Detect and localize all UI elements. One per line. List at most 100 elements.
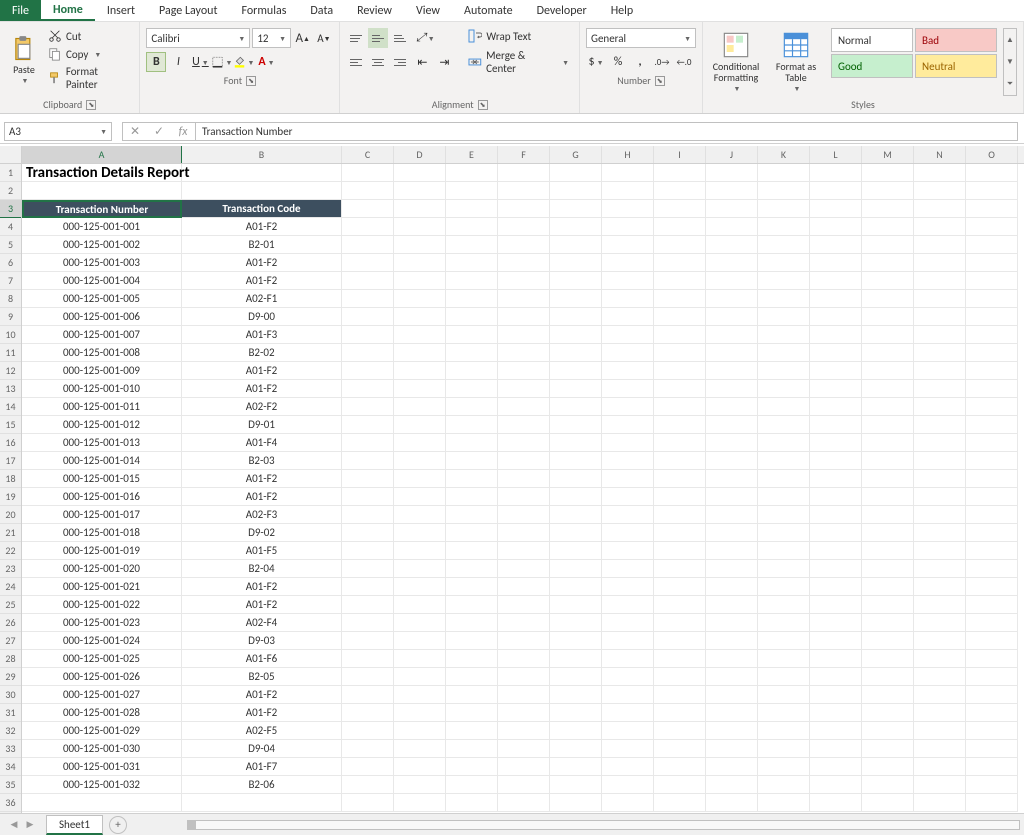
cell-C29[interactable]: [342, 668, 394, 686]
cell-N30[interactable]: [914, 686, 966, 704]
cell-C12[interactable]: [342, 362, 394, 380]
cell-K21[interactable]: [758, 524, 810, 542]
cell-N18[interactable]: [914, 470, 966, 488]
formula-input[interactable]: Transaction Number: [196, 122, 1018, 141]
cell-A29[interactable]: 000-125-001-026: [22, 668, 182, 686]
cell-E32[interactable]: [446, 722, 498, 740]
cell-M14[interactable]: [862, 398, 914, 416]
cell-D4[interactable]: [394, 218, 446, 236]
enter-button[interactable]: ✓: [147, 123, 171, 141]
cell-E18[interactable]: [446, 470, 498, 488]
cell-H15[interactable]: [602, 416, 654, 434]
cell-E23[interactable]: [446, 560, 498, 578]
cell-B24[interactable]: A01-F2: [182, 578, 342, 596]
cell-C20[interactable]: [342, 506, 394, 524]
cell-J25[interactable]: [706, 596, 758, 614]
italic-button[interactable]: I: [168, 52, 188, 72]
cell-H5[interactable]: [602, 236, 654, 254]
cell-K26[interactable]: [758, 614, 810, 632]
cell-G27[interactable]: [550, 632, 602, 650]
cell-J8[interactable]: [706, 290, 758, 308]
cell-L20[interactable]: [810, 506, 862, 524]
cell-M11[interactable]: [862, 344, 914, 362]
style-good[interactable]: Good: [831, 54, 913, 78]
cell-H29[interactable]: [602, 668, 654, 686]
cell-E5[interactable]: [446, 236, 498, 254]
cell-H24[interactable]: [602, 578, 654, 596]
cell-A25[interactable]: 000-125-001-022: [22, 596, 182, 614]
cell-O15[interactable]: [966, 416, 1018, 434]
cell-J26[interactable]: [706, 614, 758, 632]
cell-L9[interactable]: [810, 308, 862, 326]
cell-J4[interactable]: [706, 218, 758, 236]
cell-I33[interactable]: [654, 740, 706, 758]
gallery-down-button[interactable]: ▼: [1004, 51, 1016, 73]
cell-B1[interactable]: [182, 164, 342, 182]
cell-F24[interactable]: [498, 578, 550, 596]
cell-E19[interactable]: [446, 488, 498, 506]
cell-H30[interactable]: [602, 686, 654, 704]
cell-H22[interactable]: [602, 542, 654, 560]
cell-F26[interactable]: [498, 614, 550, 632]
cell-B18[interactable]: A01-F2: [182, 470, 342, 488]
horizontal-scrollbar[interactable]: [187, 820, 1020, 830]
cell-N25[interactable]: [914, 596, 966, 614]
cell-D1[interactable]: [394, 164, 446, 182]
cell-E26[interactable]: [446, 614, 498, 632]
cell-I34[interactable]: [654, 758, 706, 776]
cell-M16[interactable]: [862, 434, 914, 452]
cell-I2[interactable]: [654, 182, 706, 200]
cell-K29[interactable]: [758, 668, 810, 686]
cell-K2[interactable]: [758, 182, 810, 200]
cell-O17[interactable]: [966, 452, 1018, 470]
sheet-nav-prev[interactable]: ◀: [6, 817, 22, 833]
cell-A22[interactable]: 000-125-001-019: [22, 542, 182, 560]
cell-K14[interactable]: [758, 398, 810, 416]
cell-C7[interactable]: [342, 272, 394, 290]
cell-E11[interactable]: [446, 344, 498, 362]
align-top-button[interactable]: [346, 28, 366, 48]
cell-O3[interactable]: [966, 200, 1018, 218]
increase-font-button[interactable]: A▲: [293, 28, 312, 48]
cell-D24[interactable]: [394, 578, 446, 596]
cell-F35[interactable]: [498, 776, 550, 794]
sheet-tab-sheet1[interactable]: Sheet1: [46, 815, 103, 835]
cell-I23[interactable]: [654, 560, 706, 578]
cell-N6[interactable]: [914, 254, 966, 272]
cell-H34[interactable]: [602, 758, 654, 776]
cell-C28[interactable]: [342, 650, 394, 668]
cell-O10[interactable]: [966, 326, 1018, 344]
cell-L22[interactable]: [810, 542, 862, 560]
cell-B31[interactable]: A01-F2: [182, 704, 342, 722]
cell-L33[interactable]: [810, 740, 862, 758]
cell-B13[interactable]: A01-F2: [182, 380, 342, 398]
fx-button[interactable]: fx: [171, 123, 195, 141]
row-header-17[interactable]: 17: [0, 452, 21, 470]
cell-I27[interactable]: [654, 632, 706, 650]
copy-button[interactable]: Copy ▼: [46, 46, 133, 62]
cell-A33[interactable]: 000-125-001-030: [22, 740, 182, 758]
cell-J17[interactable]: [706, 452, 758, 470]
cell-A5[interactable]: 000-125-001-002: [22, 236, 182, 254]
cell-M26[interactable]: [862, 614, 914, 632]
cell-F16[interactable]: [498, 434, 550, 452]
cell-L23[interactable]: [810, 560, 862, 578]
cell-I1[interactable]: [654, 164, 706, 182]
cell-N7[interactable]: [914, 272, 966, 290]
cell-D14[interactable]: [394, 398, 446, 416]
cell-G14[interactable]: [550, 398, 602, 416]
cell-C24[interactable]: [342, 578, 394, 596]
alignment-launcher[interactable]: ⬊: [478, 100, 488, 110]
cell-B28[interactable]: A01-F6: [182, 650, 342, 668]
cell-J33[interactable]: [706, 740, 758, 758]
cell-L3[interactable]: [810, 200, 862, 218]
cell-O5[interactable]: [966, 236, 1018, 254]
cell-N10[interactable]: [914, 326, 966, 344]
cell-L19[interactable]: [810, 488, 862, 506]
cell-C22[interactable]: [342, 542, 394, 560]
cell-N31[interactable]: [914, 704, 966, 722]
cell-A11[interactable]: 000-125-001-008: [22, 344, 182, 362]
cell-C25[interactable]: [342, 596, 394, 614]
cell-F14[interactable]: [498, 398, 550, 416]
cell-I8[interactable]: [654, 290, 706, 308]
